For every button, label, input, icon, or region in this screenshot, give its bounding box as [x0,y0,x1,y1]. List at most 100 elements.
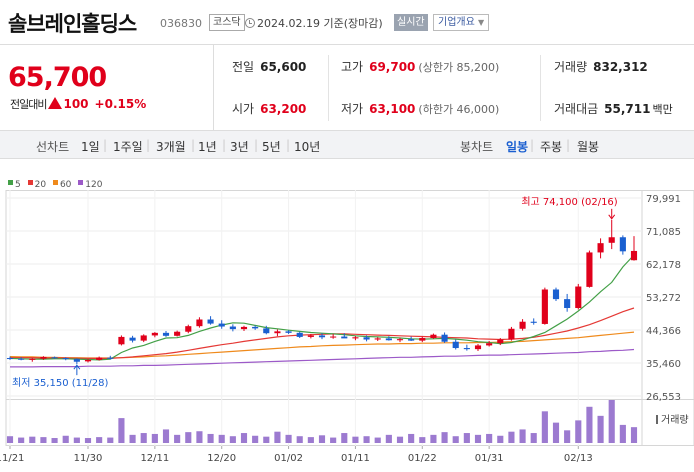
x-tick-label: 12/11 [140,453,169,464]
volume-bar [430,434,437,443]
candle-body [385,338,392,341]
up-triangle-icon [48,97,63,109]
open-label: 시가 [232,102,255,116]
volume-bar [107,437,114,443]
candle-body [18,358,25,360]
candle-body [263,328,270,334]
candle-body [341,336,348,339]
volume-bar [552,422,560,443]
x-tick-label: 01/31 [475,453,504,464]
candle-body [207,319,214,324]
volume-bar [608,400,615,443]
column-divider [540,55,541,121]
trade-value-amount: 55,711 [604,102,651,116]
date-text: 2024.02.19 [257,17,320,30]
volume-bar [330,437,337,443]
lower-limit: (하한가 46,000) [418,103,500,116]
volume-bar [374,437,381,443]
y-tick-label: 26,553 [646,392,681,403]
candle-body [185,326,192,332]
candle-body [452,341,459,349]
ma-swatch [27,180,33,185]
price-change: 전일대비 100 +0.15% [10,96,146,112]
volume-bar [118,418,125,443]
candle-chart-label: 봉차트 [460,140,494,154]
ma-swatch [52,180,58,185]
stock-code: 036830 [160,17,202,30]
tab-10y[interactable]: 10년 [294,138,320,155]
candle-body [486,343,493,346]
low-price: 저가 63,100 (하한가 46,000) [341,100,499,117]
prev-close-value: 65,600 [260,60,307,74]
candle-body [307,335,314,337]
low-value: 63,100 [369,102,416,116]
volume-bar [229,436,236,443]
change-value: 100 [63,97,89,111]
volume: 거래량 832,312 [554,58,648,75]
tab-daily[interactable]: 일봉 [506,138,528,155]
candle-body [40,356,47,359]
candle-body [441,334,448,342]
volume-bar [419,437,426,443]
y-tick-label: 79,991 [646,194,681,205]
ma-swatch [8,180,13,185]
candle-body [84,359,92,362]
candle-body [229,326,236,330]
candle-body [318,335,326,338]
tab-separator: | [254,138,259,152]
volume-bar [619,424,626,443]
high-price: 고가 69,700 (상한가 85,200) [341,58,499,75]
x-tick-label: 12/20 [207,453,236,464]
tab-separator: | [530,138,535,152]
y-tick-label: 44,366 [646,326,681,337]
tab-separator: | [566,138,571,152]
candle-body [575,286,582,309]
volume-bar [73,437,80,443]
realtime-button[interactable]: 실시간 [394,14,428,31]
volume-bar [252,435,259,443]
volume-bar [519,429,526,443]
tab-5y[interactable]: 5년 [262,138,281,155]
market-badge: 코스닥 [209,14,245,31]
ma5-label: 5 [15,180,21,190]
volume-bar [441,432,448,443]
tab-separator: | [146,138,151,152]
tab-3m[interactable]: 3개월 [156,138,186,155]
volume-bar [307,437,314,443]
volume-bar [62,435,69,443]
candle-body [274,331,281,334]
company-overview-dropdown[interactable]: 기업개요 ▼ [433,14,490,31]
trade-value: 거래대금 55,711 백만 [554,100,673,117]
price-chart[interactable]: 79,991 71,085 62,178 53,272 44,366 35,460 26,5… [0,190,694,472]
high-value: 69,700 [369,60,416,74]
volume-bar [29,436,36,443]
quote-date: 2024.02.19 기준(장마감) [245,15,383,31]
column-divider [328,55,329,121]
volume-bar [96,437,103,443]
volume-bar [318,435,326,443]
volume-bar [408,433,415,443]
x-tick-label: 11/21 [0,453,24,464]
candle-body [530,321,537,323]
current-price: 65,700 [8,62,107,93]
candle-body [330,336,337,338]
volume-bar [218,434,225,443]
x-tick-label: 11/30 [74,453,103,464]
tab-1y[interactable]: 1년 [198,138,217,155]
volume-bar [6,436,14,443]
tab-1w[interactable]: 1주일 [113,138,143,155]
candle-body [118,336,125,345]
candle-body [6,358,14,360]
volume-bar [274,431,281,443]
volume-bar [185,432,192,443]
tab-monthly[interactable]: 월봉 [577,138,599,155]
volume-bar [196,431,203,443]
volume-bar [162,429,170,443]
tab-3y[interactable]: 3년 [230,138,249,155]
tab-separator: | [286,138,291,152]
candle-body [630,250,638,261]
volume-bar [385,434,392,443]
tab-1d[interactable]: 1일 [81,138,100,155]
candle-body [73,359,80,362]
tab-weekly[interactable]: 주봉 [540,138,562,155]
